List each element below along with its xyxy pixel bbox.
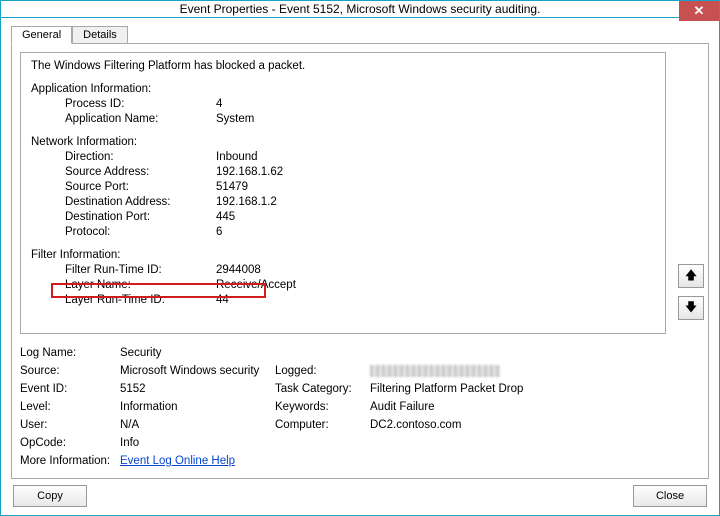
event-properties-window: Event Properties - Event 5152, Microsoft… [0,0,720,516]
label-direction: Direction: [65,150,114,165]
value-destination-port: 445 [216,210,235,225]
label-source-port: Source Port: [65,180,129,195]
close-button[interactable]: Close [633,485,707,507]
section-filter-info: Filter Information: [31,248,120,263]
label-log-name: Log Name: [20,347,120,359]
value-keywords: Audit Failure [370,401,666,413]
close-icon: ✕ [694,3,705,19]
tab-general[interactable]: General [11,26,72,44]
previous-event-button[interactable]: 🡅 [678,264,704,288]
value-source-port: 51479 [216,180,248,195]
title-bar: Event Properties - Event 5152, Microsoft… [1,1,719,18]
tab-panel-general: The Windows Filtering Platform has block… [11,43,709,479]
label-user: User: [20,419,120,431]
event-nav-buttons: 🡅 🡇 [678,264,708,320]
value-task-category: Filtering Platform Packet Drop [370,383,666,395]
value-logged [370,365,666,377]
label-destination-address: Destination Address: [65,195,170,210]
label-application-name: Application Name: [65,112,158,127]
label-logged: Logged: [275,365,370,377]
detail-headline: The Windows Filtering Platform has block… [31,59,305,74]
link-event-log-online-help[interactable]: Event Log Online Help [120,455,235,467]
value-direction: Inbound [216,150,258,165]
tab-strip: General Details [11,26,709,44]
value-event-id: 5152 [120,383,275,395]
label-layer-name: Layer Name: [65,278,131,293]
tab-details[interactable]: Details [72,26,128,44]
value-opcode: Info [120,437,275,449]
label-layer-runtime-id: Layer Run-Time ID: [65,293,165,308]
label-level: Level: [20,401,120,413]
label-event-id: Event ID: [20,383,120,395]
label-protocol: Protocol: [65,225,110,240]
label-source-address: Source Address: [65,165,149,180]
label-keywords: Keywords: [275,401,370,413]
label-destination-port: Destination Port: [65,210,150,225]
label-more-information: More Information: [20,455,120,467]
label-process-id: Process ID: [65,97,124,112]
label-computer: Computer: [275,419,370,431]
window-title: Event Properties - Event 5152, Microsoft… [180,2,541,16]
label-opcode: OpCode: [20,437,120,449]
value-destination-address: 192.168.1.2 [216,195,277,210]
value-user: N/A [120,419,275,431]
value-level: Information [120,401,275,413]
value-filter-runtime-id: 2944008 [216,263,261,278]
value-process-id: 4 [216,97,222,112]
copy-button[interactable]: Copy [13,485,87,507]
value-log-name: Security [120,347,275,359]
label-source: Source: [20,365,120,377]
dialog-button-bar: Copy Close [11,479,709,509]
label-task-category: Task Category: [275,383,370,395]
arrow-up-icon: 🡅 [685,266,697,287]
next-event-button[interactable]: 🡇 [678,296,704,320]
section-network-info: Network Information: [31,135,137,150]
value-source: Microsoft Windows security [120,365,275,377]
label-filter-runtime-id: Filter Run-Time ID: [65,263,162,278]
value-layer-name: Receive/Accept [216,278,296,293]
event-detail-text[interactable]: The Windows Filtering Platform has block… [20,52,666,334]
value-application-name: System [216,112,254,127]
value-layer-runtime-id: 44 [216,293,229,308]
event-metadata-grid: Log Name: Security Source: Microsoft Win… [20,344,666,470]
section-application-info: Application Information: [31,82,151,97]
value-computer: DC2.contoso.com [370,419,666,431]
value-protocol: 6 [216,225,222,240]
arrow-down-icon: 🡇 [685,298,697,319]
value-source-address: 192.168.1.62 [216,165,283,180]
client-area: General Details The Windows Filtering Pl… [1,18,719,515]
